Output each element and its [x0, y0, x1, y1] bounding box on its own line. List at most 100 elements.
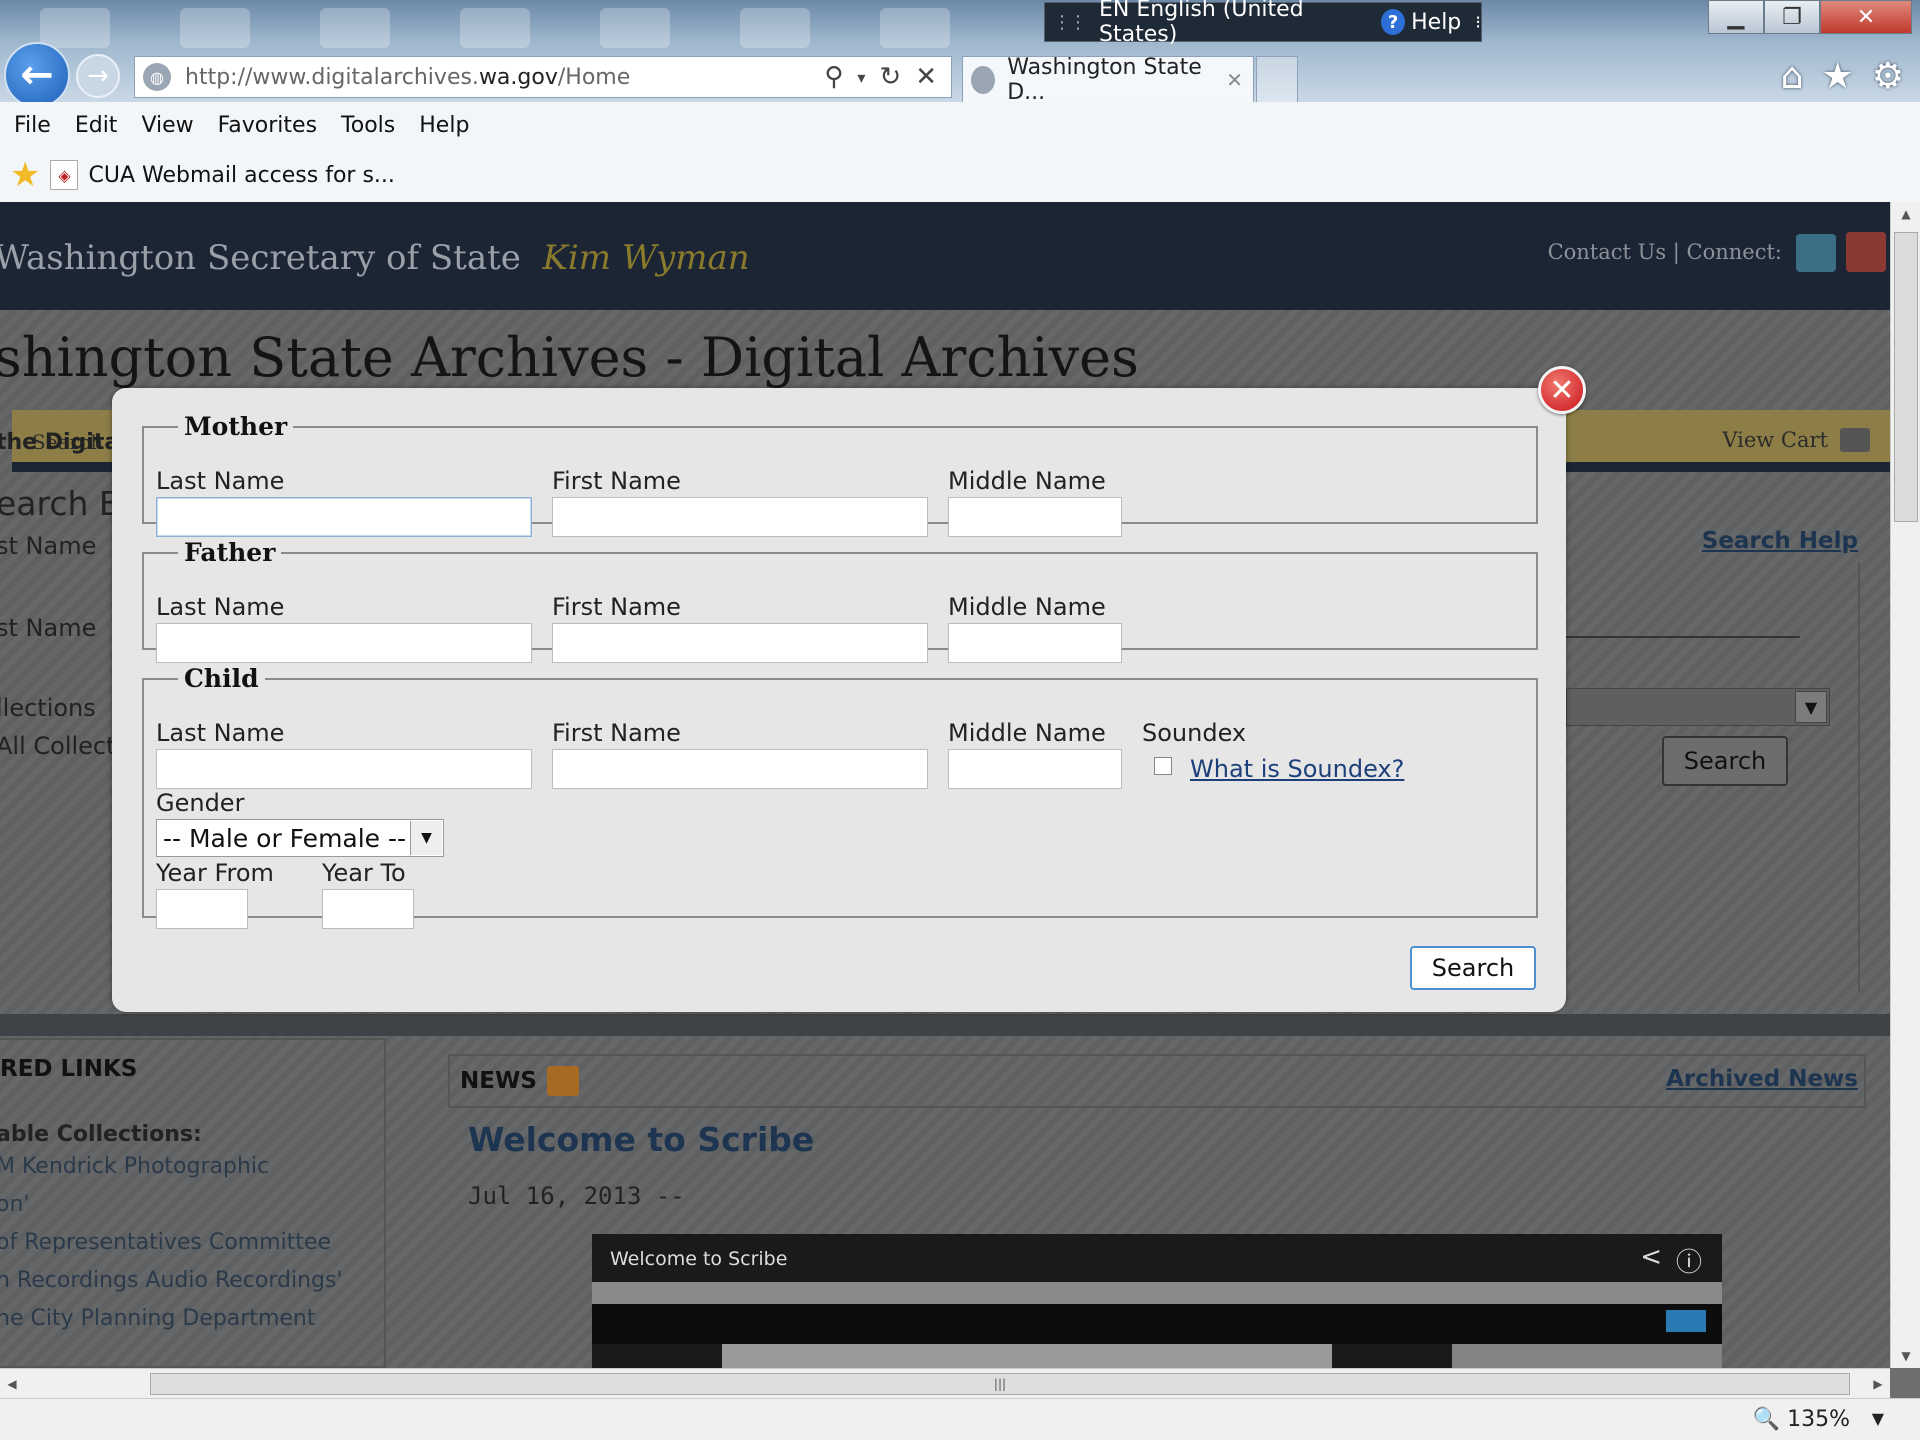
soundex-checkbox[interactable] [1154, 757, 1172, 775]
background-search-button[interactable]: Search [1662, 736, 1788, 786]
year-from-input[interactable] [156, 889, 248, 929]
browser-tab[interactable]: Washington State D... ✕ [962, 55, 1254, 105]
close-tab-icon[interactable]: ✕ [1226, 68, 1243, 92]
year-to-input[interactable] [322, 889, 414, 929]
news-heading: NEWS [460, 1066, 579, 1096]
new-tab-button[interactable] [1256, 56, 1298, 102]
mother-first-name-label: First Name [552, 467, 681, 495]
stop-icon[interactable]: ✕ [915, 62, 937, 92]
menu-tools[interactable]: Tools [341, 113, 395, 138]
news-title[interactable]: Welcome to Scribe [468, 1120, 814, 1159]
info-icon[interactable]: ⓘ [1676, 1242, 1702, 1279]
scroll-thumb[interactable]: ||| [150, 1373, 1850, 1395]
horizontal-scrollbar[interactable]: ◀ ||| ▶ [0, 1368, 1890, 1398]
featured-link[interactable]: M Kendrick Photographic [0, 1154, 269, 1179]
child-fieldset: Child Last Name First Name Middle Name S… [142, 664, 1538, 929]
chevron-down-icon[interactable]: ▼ [410, 821, 442, 855]
youtube-icon[interactable] [1846, 232, 1886, 272]
desktop-icon [40, 8, 110, 48]
scroll-right-icon[interactable]: ▶ [1866, 1369, 1890, 1399]
menu-help[interactable]: Help [419, 113, 469, 138]
address-url[interactable]: http://www.digitalarchives.wa.gov/Home [185, 65, 824, 90]
gear-icon[interactable]: ⚙ [1872, 56, 1904, 97]
menu-view[interactable]: View [141, 113, 193, 138]
video-title: Welcome to Scribe [610, 1248, 788, 1270]
scroll-left-icon[interactable]: ◀ [0, 1369, 24, 1399]
restore-button[interactable]: ❐ [1764, 0, 1820, 34]
gender-select[interactable]: -- Male or Female -- ▼ [156, 819, 444, 857]
home-icon[interactable]: ⌂ [1781, 56, 1804, 97]
refresh-icon[interactable]: ↻ [879, 62, 901, 92]
status-bar: 🔍 135% ▼ [0, 1398, 1920, 1440]
what-is-soundex-link[interactable]: What is Soundex? [1190, 755, 1404, 783]
language-label[interactable]: EN English (United States) [1099, 0, 1367, 47]
language-bar[interactable]: ⋮⋮ EN English (United States) ? Help ⁝ [1044, 0, 1482, 47]
scroll-thumb[interactable] [1894, 232, 1918, 522]
site-icon: ◍ [143, 63, 171, 91]
scroll-down-icon[interactable]: ▼ [1891, 1344, 1920, 1368]
dialog-search-button[interactable]: Search [1410, 946, 1536, 990]
desktop-icon [460, 8, 530, 48]
dropdown-icon[interactable]: ▾ [857, 68, 865, 87]
video-frame-help [1666, 1310, 1706, 1332]
featured-link[interactable]: n Recordings Audio Recordings' [0, 1268, 343, 1293]
contact-links[interactable]: Contact Us | Connect: [1548, 240, 1782, 264]
child-middle-name-input[interactable] [948, 749, 1122, 789]
child-last-name-input[interactable] [156, 749, 532, 789]
featured-link[interactable]: of Representatives Committee [0, 1230, 331, 1255]
vertical-scrollbar[interactable]: ▲ ▼ [1890, 202, 1920, 1368]
left-fragment: llections [0, 694, 96, 722]
zoom-level[interactable]: 🔍 135% [1753, 1407, 1850, 1432]
rss-icon[interactable] [546, 1066, 579, 1096]
search-help-link[interactable]: Search Help [1702, 528, 1858, 554]
twitter-icon[interactable] [1796, 234, 1836, 272]
zoom-dropdown-icon[interactable]: ▼ [1872, 1409, 1884, 1428]
menu-favorites[interactable]: Favorites [218, 113, 317, 138]
scroll-up-icon[interactable]: ▲ [1891, 202, 1920, 226]
menu-edit[interactable]: Edit [75, 113, 118, 138]
desktop-icon [180, 8, 250, 48]
minimize-button[interactable]: ▁ [1708, 0, 1764, 34]
favorites-star-icon[interactable]: ★ [1821, 56, 1853, 97]
soundex-label: Soundex [1142, 719, 1247, 747]
featured-link[interactable]: ne City Planning Department [0, 1306, 315, 1331]
view-cart-link[interactable]: View Cart [1722, 428, 1870, 452]
language-help[interactable]: Help [1411, 10, 1461, 35]
featured-link[interactable]: on' [0, 1192, 29, 1217]
news-video[interactable]: Welcome to Scribe < ⓘ [592, 1234, 1722, 1368]
mother-last-name-label: Last Name [156, 467, 285, 495]
cart-icon [1840, 428, 1870, 452]
add-favorite-star-icon[interactable]: ★ [10, 155, 40, 195]
favorite-item[interactable]: CUA Webmail access for s... [88, 163, 394, 188]
gender-label: Gender [156, 789, 245, 817]
desktop-icon [320, 8, 390, 48]
tab-title[interactable]: Washington State D... [1007, 55, 1214, 105]
address-bar[interactable]: ◍ http://www.digitalarchives.wa.gov/Home… [134, 56, 952, 98]
child-first-name-input[interactable] [552, 749, 928, 789]
grip-icon[interactable]: ⋮⋮ [1053, 12, 1087, 33]
search-icon[interactable]: ⚲ [824, 62, 843, 92]
close-dialog-button[interactable]: ✕ [1538, 366, 1586, 414]
father-first-name-input[interactable] [552, 623, 928, 663]
link-category: able Collections: [0, 1122, 202, 1147]
year-to-label: Year To [322, 859, 406, 887]
father-middle-name-input[interactable] [948, 623, 1122, 663]
mother-last-name-input[interactable] [156, 497, 532, 537]
close-window-button[interactable]: ✕ [1820, 0, 1912, 34]
mother-middle-name-input[interactable] [948, 497, 1122, 537]
father-last-name-input[interactable] [156, 623, 532, 663]
child-legend: Child [184, 664, 259, 693]
help-icon[interactable]: ? [1381, 9, 1406, 35]
video-frame-document [722, 1344, 1332, 1368]
collection-select[interactable]: ▼ [1566, 688, 1830, 726]
chevron-down-icon: ▼ [1795, 691, 1827, 723]
back-button[interactable]: ← [4, 42, 70, 108]
options-icon[interactable]: ⁝ [1475, 12, 1481, 33]
archived-news-link[interactable]: Archived News [1666, 1066, 1858, 1092]
menu-file[interactable]: File [14, 113, 51, 138]
forward-button[interactable]: → [76, 54, 120, 98]
mother-middle-name-label: Middle Name [948, 467, 1106, 495]
menu-bar: File Edit View Favorites Tools Help [0, 102, 1920, 148]
mother-first-name-input[interactable] [552, 497, 928, 537]
share-icon[interactable]: < [1640, 1242, 1662, 1279]
